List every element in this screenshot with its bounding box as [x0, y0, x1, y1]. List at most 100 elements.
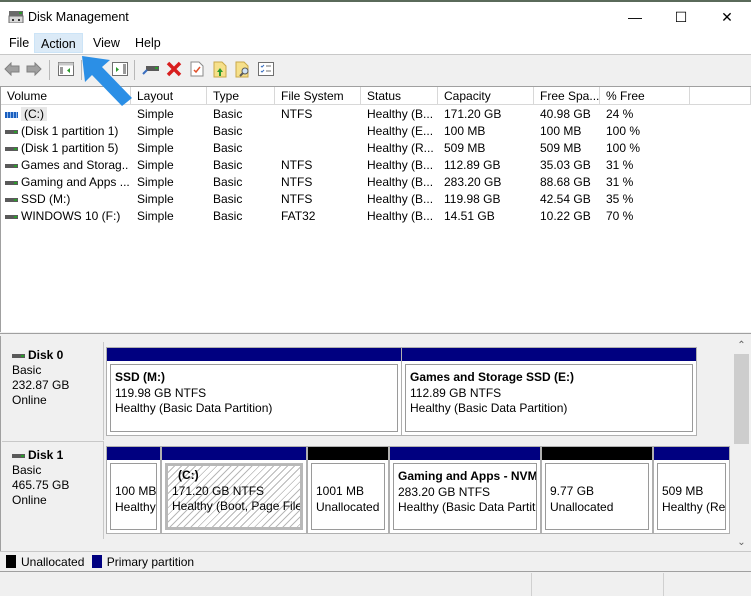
volume-layout-cell: Simple	[137, 107, 174, 121]
volume-row[interactable]: (C:) Simple Basic NTFS Healthy (B... 171.20 G…	[1, 106, 751, 123]
column-header-file-system[interactable]: File System	[275, 87, 361, 105]
forward-arrow-icon	[26, 62, 42, 76]
close-icon: ✕	[721, 8, 733, 25]
partition-gaming-apps-nvme[interactable]: Gaming and Apps - NVM 283.20 GB NTFS Hea…	[389, 446, 541, 534]
system-volume-icon	[5, 111, 18, 118]
volume-list: Volume Layout Type File System Status Ca…	[0, 86, 751, 332]
volume-layout-cell: Simple	[137, 158, 174, 172]
disk-name: Disk 0	[28, 348, 64, 362]
volume-fs-cell	[281, 140, 361, 157]
disk-icon	[12, 353, 25, 358]
unallocated-9-77gb[interactable]: 9.77 GB Unallocated	[541, 446, 653, 534]
menu-view[interactable]: View	[87, 33, 126, 53]
back-button[interactable]	[3, 60, 21, 78]
partition-size: 509 MB	[662, 484, 704, 498]
scroll-up-icon[interactable]: ⌃	[733, 338, 750, 354]
column-header-type[interactable]: Type	[207, 87, 275, 105]
volume-row[interactable]: SSD (M:) Simple Basic NTFS Healthy (B... 119.…	[1, 191, 751, 208]
volume-free-cell: 100 MB	[540, 124, 582, 138]
volume-name: (C:)	[21, 107, 47, 121]
volume-layout-cell: Simple	[137, 124, 174, 138]
partition-body: 9.77 GB Unallocated	[545, 463, 649, 530]
volume-fs-cell: NTFS	[281, 175, 313, 189]
volume-row[interactable]: WINDOWS 10 (F:) Simple Basic FAT32 Healthy (…	[1, 208, 751, 225]
partition-size: 1001 MB	[316, 484, 365, 498]
disk-0-label[interactable]: Disk 0 Basic 232.87 GB Online	[2, 342, 104, 440]
volume-layout-cell: Simple	[137, 141, 174, 155]
scrollbar-thumb[interactable]	[734, 354, 749, 444]
volume-name: Gaming and Apps ...	[21, 175, 129, 189]
title-bar: Disk Management — ☐ ✕	[0, 0, 751, 31]
check-properties-button[interactable]	[188, 60, 206, 78]
volume-capacity-cell: 14.51 GB	[444, 209, 495, 223]
column-header-percent-free[interactable]: % Free	[600, 87, 690, 105]
volume-name: WINDOWS 10 (F:)	[21, 209, 121, 223]
volume-name: SSD (M:)	[21, 192, 71, 206]
volume-row[interactable]: (Disk 1 partition 5) Simple Basic Healthy (…	[1, 140, 751, 157]
partition-size: 100 MB	[115, 484, 157, 498]
folder-search-button[interactable]	[234, 60, 252, 78]
unallocated-1001mb[interactable]: 1001 MB Unallocated	[307, 446, 389, 534]
volume-free-cell: 10.22 GB	[540, 209, 591, 223]
volume-type-cell: Basic	[213, 209, 243, 223]
show-hide-console-tree-button[interactable]	[57, 60, 75, 78]
volume-row[interactable]: (Disk 1 partition 1) Simple Basic Healthy (…	[1, 123, 751, 140]
scroll-down-icon[interactable]: ⌄	[733, 535, 750, 551]
forward-button[interactable]	[25, 60, 43, 78]
partition-disk1-part5[interactable]: 509 MB Healthy (Re	[653, 446, 730, 534]
menu-action[interactable]: Action	[34, 33, 83, 53]
volume-fs-cell: NTFS	[281, 107, 313, 121]
minimize-button[interactable]: —	[612, 2, 658, 32]
partition-ssd-m[interactable]: SSD (M:) 119.98 GB NTFS Healthy (Basic D…	[106, 347, 402, 436]
disk-1-label[interactable]: Disk 1 Basic 465.75 GB Online	[2, 441, 104, 539]
partition-body: 509 MB Healthy (Re	[657, 463, 726, 530]
partition-status: Healthy	[115, 499, 156, 514]
volume-fs-cell: NTFS	[281, 158, 313, 172]
column-header-capacity[interactable]: Capacity	[438, 87, 534, 105]
volume-row[interactable]: Gaming and Apps ... Simple Basic NTFS Health…	[1, 174, 751, 191]
volume-name: (Disk 1 partition 1)	[21, 124, 119, 138]
disk-0-partitions: SSD (M:) 119.98 GB NTFS Healthy (Basic D…	[105, 347, 699, 437]
list-properties-button[interactable]	[257, 60, 275, 78]
menu-file[interactable]: File	[3, 33, 35, 53]
toolbar-separator	[81, 60, 82, 80]
maximize-button[interactable]: ☐	[658, 2, 704, 32]
partition-name: Games and Storage SSD (E:)	[410, 370, 575, 384]
volume-status-cell: Healthy (B...	[367, 175, 434, 189]
vertical-scrollbar[interactable]: ⌃ ⌄	[733, 336, 750, 551]
close-button[interactable]: ✕	[704, 2, 750, 32]
partition-games-storage-e[interactable]: Games and Storage SSD (E:) 112.89 GB NTF…	[401, 347, 697, 436]
connect-drive-icon	[142, 66, 159, 75]
show-hide-action-pane-button[interactable]	[111, 60, 129, 78]
volume-row[interactable]: Games and Storag... Simple Basic NTFS Health…	[1, 157, 751, 174]
column-header-volume[interactable]: Volume	[1, 87, 131, 105]
disk-size: 465.75 GB	[12, 478, 70, 492]
partition-status: Healthy (Re	[662, 499, 726, 514]
disk-1-partitions: 100 MB Healthy (C:) 171.20 GB NTFS Healt…	[105, 446, 731, 536]
connect-drive-button[interactable]	[142, 60, 160, 78]
partition-c[interactable]: (C:) 171.20 GB NTFS Healthy (Boot, Page …	[161, 446, 307, 534]
volume-type-cell: Basic	[213, 141, 243, 155]
delete-button[interactable]	[165, 60, 183, 78]
partition-size: 112.89 GB NTFS	[410, 385, 502, 400]
toolbar	[0, 56, 751, 84]
menu-help[interactable]: Help	[129, 33, 167, 53]
volume-icon	[5, 129, 18, 134]
status-divider	[663, 573, 664, 596]
folder-up-button[interactable]	[211, 60, 229, 78]
legend-unallocated: Unallocated	[21, 555, 85, 569]
partition-disk1-part1[interactable]: 100 MB Healthy	[106, 446, 161, 534]
volume-free-cell: 40.98 GB	[540, 107, 591, 121]
disk-name: Disk 1	[28, 448, 64, 462]
volume-status-cell: Healthy (B...	[367, 158, 434, 172]
disk-type: Basic	[12, 363, 42, 377]
column-header-free-space[interactable]: Free Spa...	[534, 87, 600, 105]
primary-partition-swatch	[91, 555, 102, 568]
column-header-layout[interactable]: Layout	[131, 87, 207, 105]
column-header-status[interactable]: Status	[361, 87, 438, 105]
partition-body: 100 MB Healthy	[110, 463, 157, 530]
disk-management-icon	[8, 11, 24, 23]
volume-icon	[5, 180, 18, 185]
toolbar-separator	[49, 60, 50, 80]
volume-layout-cell: Simple	[137, 192, 174, 206]
